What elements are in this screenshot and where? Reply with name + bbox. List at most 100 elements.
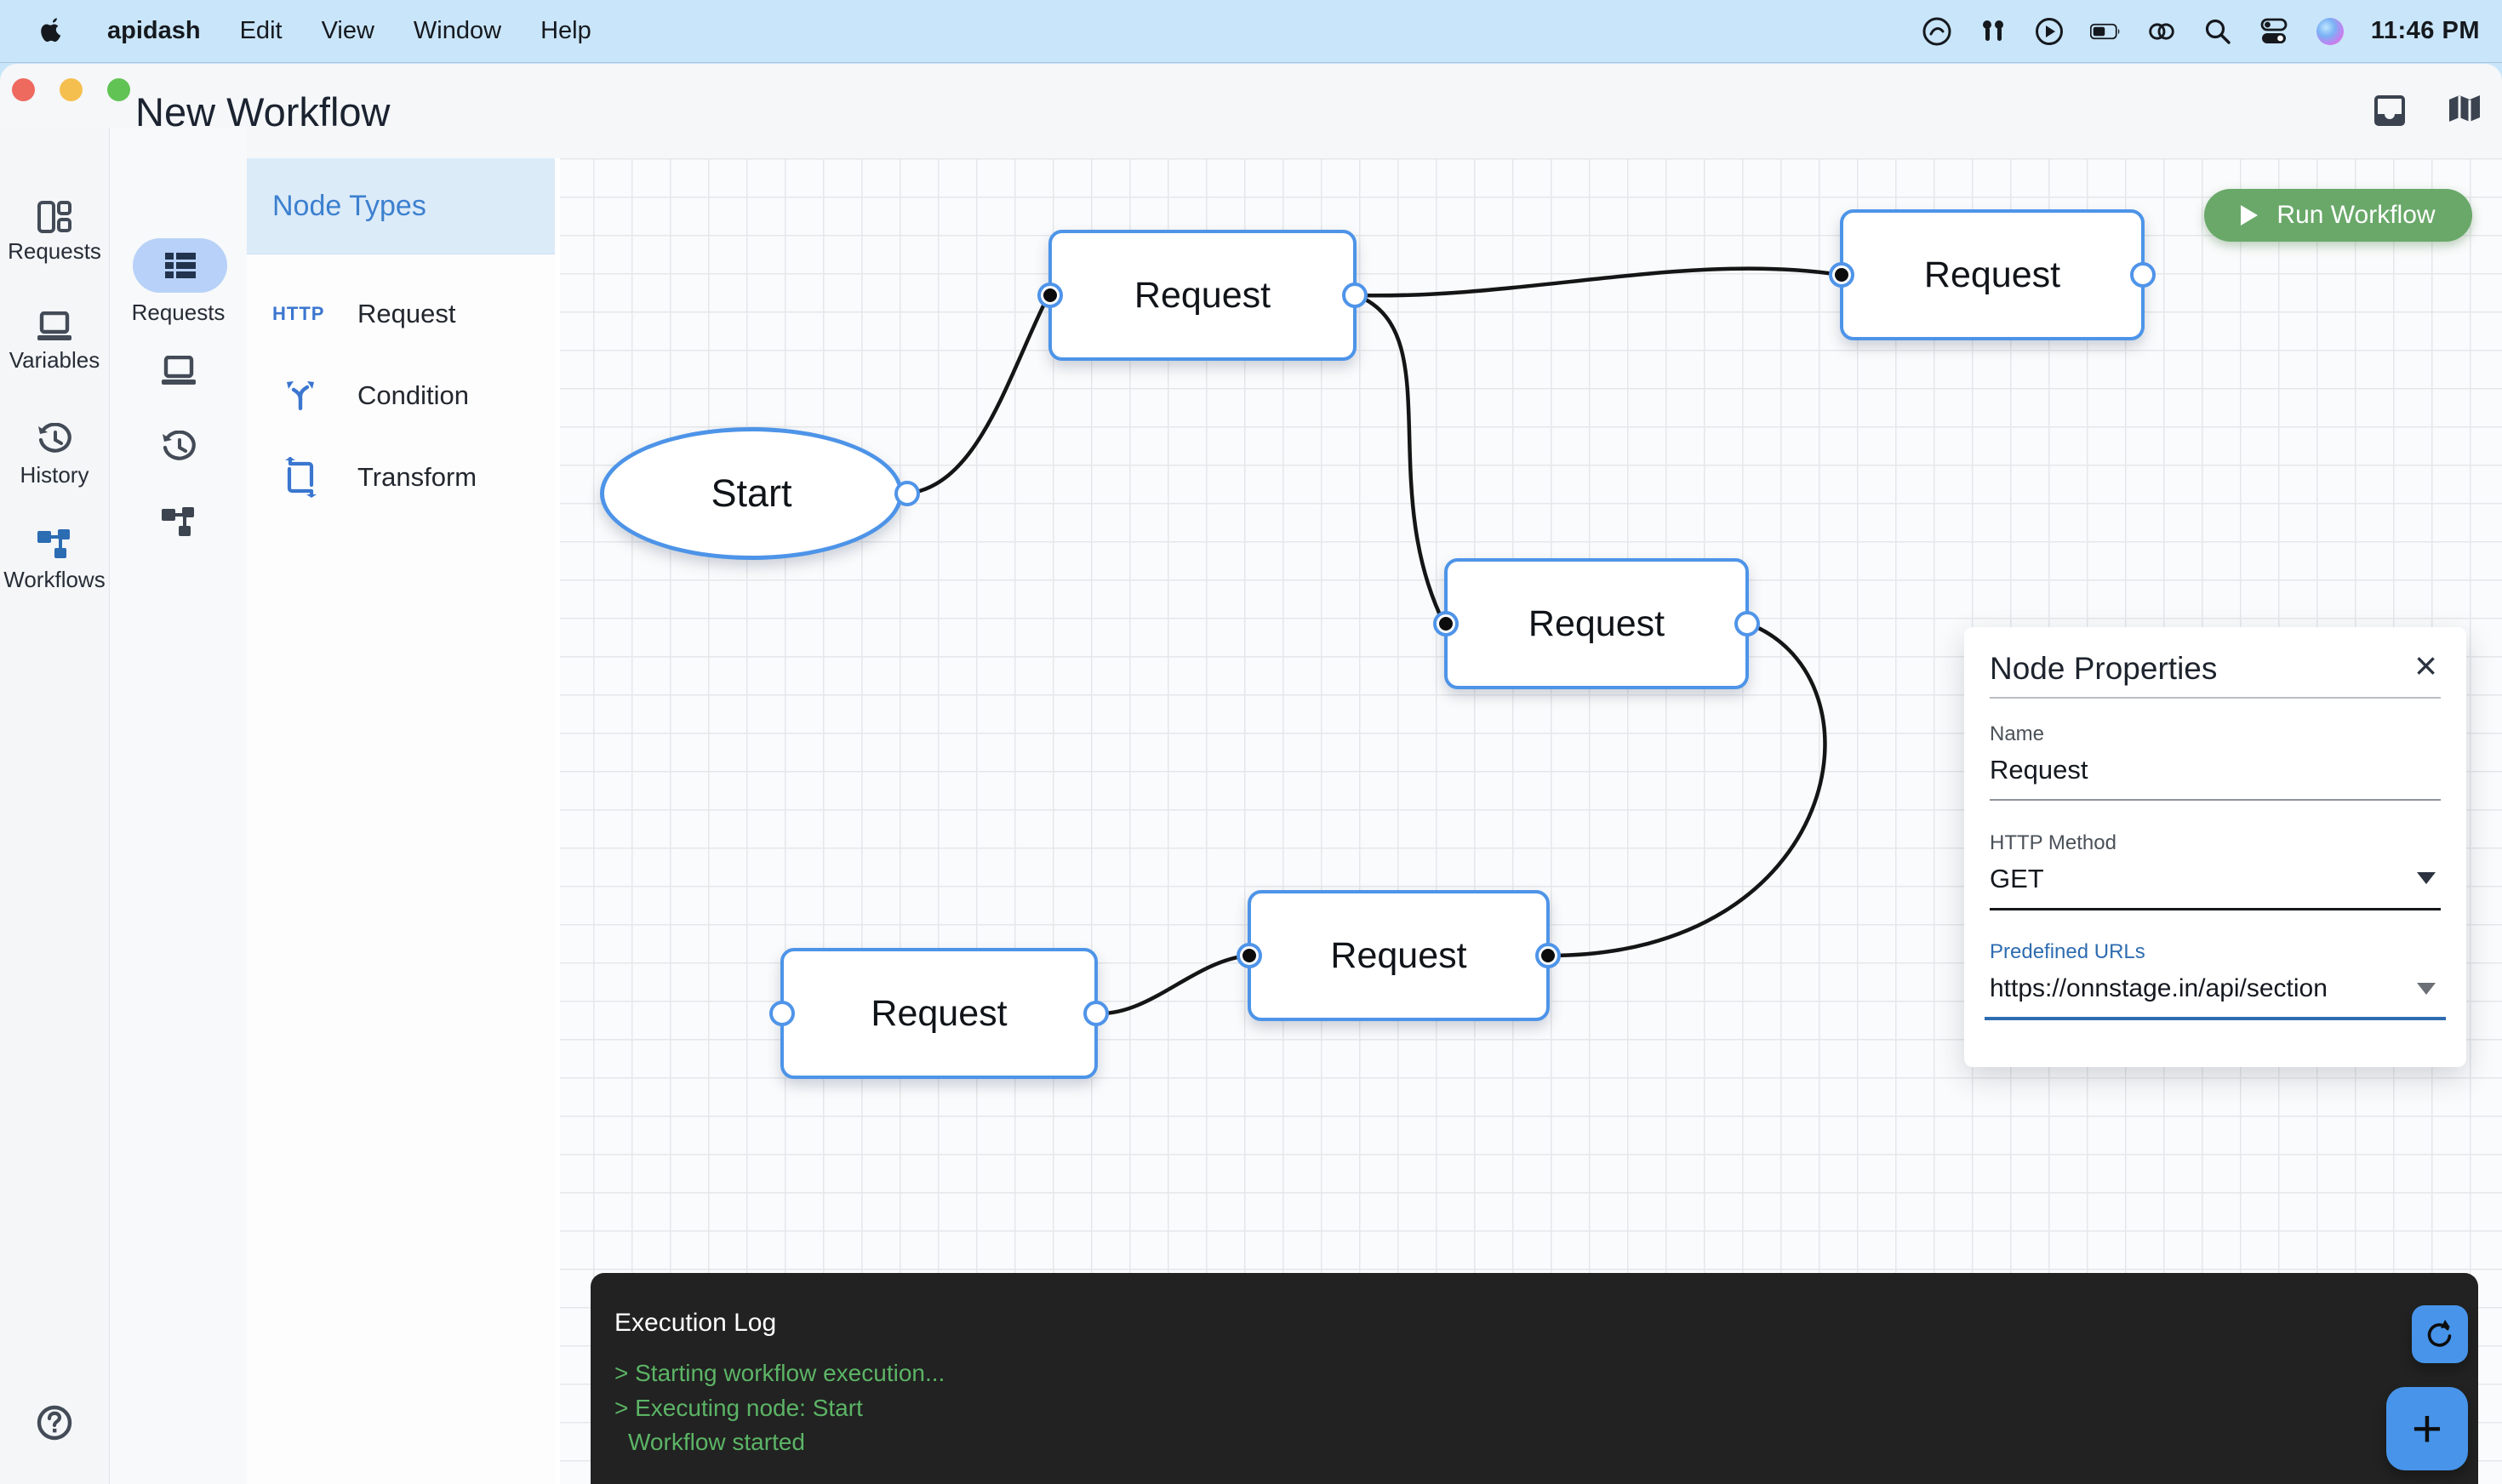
plus-icon: + <box>2412 1399 2442 1459</box>
palette-item-label: Transform <box>357 462 477 493</box>
log-line: > Executing node: Start <box>614 1395 863 1422</box>
output-port[interactable] <box>894 481 920 506</box>
refresh-icon <box>2423 1317 2457 1351</box>
output-port[interactable] <box>1734 611 1760 636</box>
hotspot-link-icon[interactable] <box>2146 16 2177 47</box>
history-clock-icon <box>37 423 72 457</box>
run-workflow-label: Run Workflow <box>2276 201 2435 230</box>
node-label: Request <box>871 993 1007 1035</box>
node-start[interactable]: Start <box>600 427 903 560</box>
chevron-down-icon[interactable] <box>2417 872 2436 884</box>
node-palette: Node Types HTTP Request Condition Transf… <box>247 158 560 1484</box>
palette-header: Node Types <box>247 158 555 254</box>
siri-icon[interactable] <box>2315 16 2345 47</box>
menu-item-help[interactable]: Help <box>540 17 591 45</box>
help-icon <box>36 1404 73 1441</box>
subrail-item-history[interactable] <box>110 431 247 465</box>
run-workflow-button[interactable]: Run Workflow <box>2204 189 2472 242</box>
name-field-underline <box>1990 799 2441 801</box>
palette-title: Node Types <box>272 190 426 223</box>
search-icon[interactable] <box>2202 16 2233 47</box>
urls-field-label: Predefined URLs <box>1990 940 2145 964</box>
node-label: Request <box>1924 254 2060 296</box>
minimize-window-button[interactable] <box>60 78 83 101</box>
menu-app-name[interactable]: apidash <box>107 17 201 45</box>
history-clock-icon <box>161 431 197 465</box>
secondary-sidebar <box>110 128 247 1484</box>
output-port[interactable] <box>1342 283 1368 308</box>
close-window-button[interactable] <box>12 78 35 101</box>
subrail-item-requests-active[interactable] <box>133 238 227 293</box>
window-controls <box>12 78 130 101</box>
battery-icon[interactable] <box>2090 16 2121 47</box>
input-port[interactable] <box>1237 943 1262 968</box>
log-line: > Starting workflow execution... <box>614 1360 945 1387</box>
output-port[interactable] <box>2130 262 2156 288</box>
zoom-window-button[interactable] <box>107 78 130 101</box>
node-label: Start <box>711 471 791 516</box>
close-icon[interactable]: × <box>2414 646 2437 685</box>
palette-item-condition[interactable]: Condition <box>247 355 555 437</box>
palette-item-label: Condition <box>357 380 469 411</box>
method-field-label: HTTP Method <box>1990 831 2116 855</box>
refresh-button[interactable] <box>2412 1305 2468 1363</box>
execution-log-title: Execution Log <box>614 1309 776 1338</box>
node-request-2[interactable]: Request <box>1444 558 1749 689</box>
node-label: Request <box>1330 935 1466 977</box>
name-field-label: Name <box>1990 722 2044 746</box>
input-port[interactable] <box>1433 611 1459 636</box>
creative-cloud-icon[interactable] <box>1922 16 1952 47</box>
output-port[interactable] <box>1535 943 1561 968</box>
sidebar-item-variables[interactable]: Variables <box>0 311 109 374</box>
transform-icon <box>272 457 328 498</box>
method-field-underline <box>1990 908 2441 910</box>
input-port[interactable] <box>1829 262 1854 288</box>
control-center-icon[interactable] <box>2259 16 2289 47</box>
help-button[interactable] <box>0 1404 109 1441</box>
urls-field-value[interactable]: https://onnstage.in/api/section <box>1990 974 2328 1003</box>
add-node-button[interactable]: + <box>2386 1387 2468 1470</box>
method-field-value[interactable]: GET <box>1990 864 2044 894</box>
node-request-4[interactable]: Request <box>1840 209 2145 340</box>
palette-item-label: Request <box>357 299 455 329</box>
map-icon[interactable] <box>2446 92 2483 129</box>
laptop-icon <box>36 311 73 342</box>
node-request-5[interactable]: Request <box>1248 890 1550 1021</box>
divider <box>1990 697 2441 699</box>
menu-clock[interactable]: 11:46 PM <box>2371 17 2480 45</box>
menu-item-edit[interactable]: Edit <box>240 17 283 45</box>
apple-menu-icon[interactable] <box>37 16 68 47</box>
palette-item-request[interactable]: HTTP Request <box>247 273 555 355</box>
list-table-icon <box>163 251 197 280</box>
sidebar-item-requests[interactable]: Requests <box>0 201 109 265</box>
menu-item-view[interactable]: View <box>322 17 374 45</box>
node-request-1[interactable]: Request <box>1048 230 1357 361</box>
node-properties-panel: Node Properties × Name Request HTTP Meth… <box>1964 627 2466 1067</box>
output-port[interactable] <box>1083 1001 1109 1026</box>
urls-field-underline <box>1985 1017 2446 1020</box>
menu-item-window[interactable]: Window <box>414 17 501 45</box>
node-request-3[interactable]: Request <box>780 948 1098 1079</box>
execution-log-panel: Execution Log > Starting workflow execut… <box>591 1273 2478 1484</box>
input-port[interactable] <box>769 1001 795 1026</box>
play-circle-icon[interactable] <box>2034 16 2065 47</box>
input-port[interactable] <box>1037 283 1063 308</box>
airpods-icon[interactable] <box>1978 16 2008 47</box>
page-title: New Workflow <box>135 88 390 135</box>
http-badge-icon: HTTP <box>272 303 328 325</box>
save-tray-icon[interactable] <box>2371 92 2408 129</box>
play-icon <box>2241 205 2258 225</box>
sidebar-item-workflows[interactable]: Workflows <box>0 528 109 593</box>
subrail-item-workflows[interactable] <box>110 505 247 539</box>
laptop-icon <box>160 356 197 386</box>
subrail-item-variables[interactable] <box>110 356 247 386</box>
workflow-tree-icon <box>36 528 73 562</box>
name-field-value[interactable]: Request <box>1990 755 2088 785</box>
palette-item-transform[interactable]: Transform <box>247 437 555 518</box>
node-label: Request <box>1528 603 1665 645</box>
sidebar-item-history[interactable]: History <box>0 423 109 488</box>
chevron-down-icon[interactable] <box>2417 983 2436 995</box>
log-line: Workflow started <box>614 1429 805 1456</box>
workflow-tree-icon <box>160 505 197 539</box>
requests-board-icon <box>37 201 71 233</box>
